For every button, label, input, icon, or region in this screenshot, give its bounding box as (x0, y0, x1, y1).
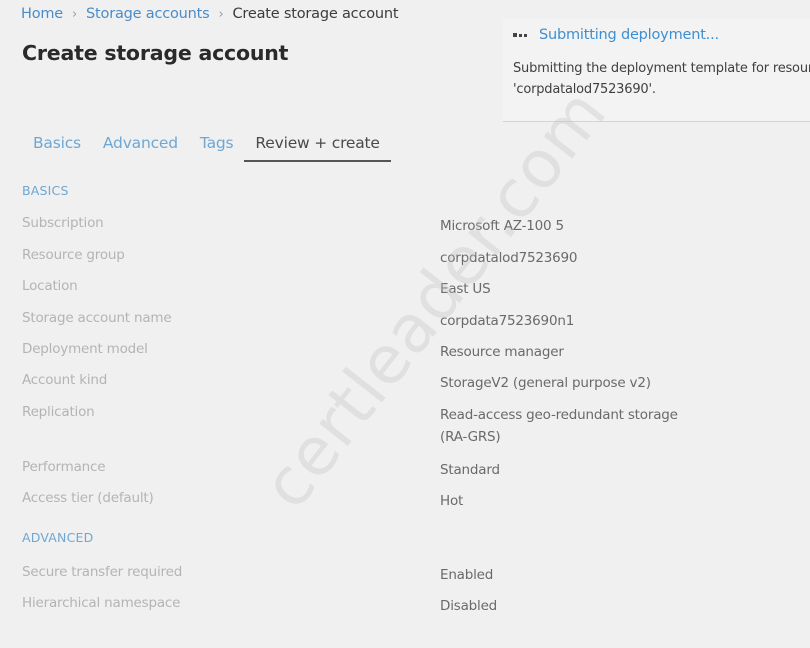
row-label: Secure transfer required (22, 564, 183, 580)
row-label: Subscription (22, 215, 104, 231)
notification-title: Submitting deployment... (539, 27, 719, 43)
breadcrumb-current: Create storage account (232, 6, 399, 22)
section-heading-basics: BASICS (22, 183, 69, 198)
notification-body-line: Submitting the deployment template for r… (513, 61, 810, 76)
row-label: Deployment model (22, 341, 148, 357)
row-value: Resource manager (440, 344, 564, 360)
row-value: corpdata7523690n1 (440, 313, 575, 329)
breadcrumb: Home › Storage accounts › Create storage… (21, 6, 399, 22)
row-value-line: Read-access geo-redundant storage (440, 407, 678, 423)
row-label: Access tier (default) (22, 490, 154, 506)
deployment-notification[interactable]: Submitting deployment... Submitting the … (503, 18, 810, 122)
chevron-right-icon: › (72, 6, 78, 22)
row-label: Storage account name (22, 310, 172, 326)
row-value-line: (RA-GRS) (440, 429, 501, 445)
row-label: Performance (22, 459, 106, 475)
notification-header: Submitting deployment... (513, 27, 719, 43)
section-heading-advanced: ADVANCED (22, 530, 94, 545)
row-value: Enabled (440, 567, 494, 583)
row-value: Hot (440, 493, 464, 509)
row-value: Read-access geo-redundant storage (RA-GR… (440, 404, 740, 448)
tab-tags[interactable]: Tags (189, 130, 245, 162)
row-label: Hierarchical namespace (22, 595, 181, 611)
tab-basics[interactable]: Basics (22, 130, 92, 162)
in-progress-dots-icon (513, 33, 527, 37)
row-value: Disabled (440, 598, 498, 614)
row-label: Resource group (22, 247, 125, 263)
notification-body: Submitting the deployment template for r… (513, 58, 810, 100)
wizard-tabs: Basics Advanced Tags Review + create (22, 130, 391, 162)
notification-progress-bar (503, 121, 810, 122)
row-value: East US (440, 281, 491, 297)
breadcrumb-storage-accounts-link[interactable]: Storage accounts (86, 6, 210, 22)
row-value: corpdatalod7523690 (440, 250, 578, 266)
row-value: Microsoft AZ-100 5 (440, 218, 564, 234)
notification-body-line: 'corpdatalod7523690'. (513, 82, 656, 97)
row-value: StorageV2 (general purpose v2) (440, 375, 651, 391)
tab-review-create[interactable]: Review + create (244, 130, 391, 162)
breadcrumb-home-link[interactable]: Home (21, 6, 63, 22)
row-label: Replication (22, 404, 95, 420)
row-label: Account kind (22, 372, 108, 388)
row-value: Standard (440, 462, 500, 478)
chevron-right-icon: › (218, 6, 224, 22)
row-label: Location (22, 278, 78, 294)
tab-advanced[interactable]: Advanced (92, 130, 189, 162)
page-title: Create storage account (22, 41, 289, 65)
